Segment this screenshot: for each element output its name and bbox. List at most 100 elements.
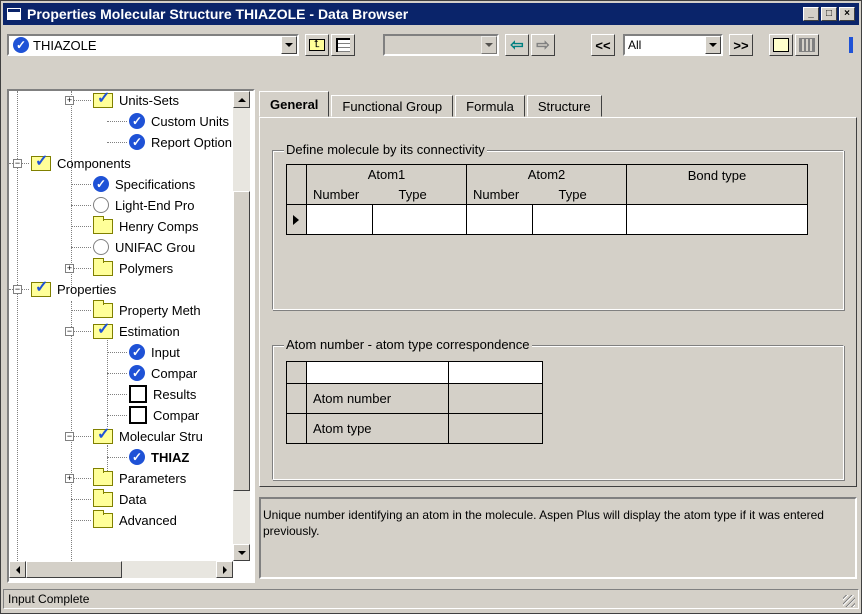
tree-node[interactable]: Data [93, 488, 146, 509]
bond-type-cell[interactable] [626, 204, 808, 235]
back-button[interactable]: ⇦ [505, 34, 529, 56]
expand-icon[interactable]: + [65, 264, 74, 273]
expand-icon[interactable]: + [65, 96, 74, 105]
atom2-number-cell[interactable] [466, 204, 533, 235]
atom1-type-cell[interactable] [372, 204, 467, 235]
chevron-down-icon[interactable] [705, 36, 721, 54]
chevron-down-icon [237, 550, 246, 555]
tree-node[interactable]: Henry Comps [93, 215, 199, 236]
check-icon: ✓ [129, 344, 145, 360]
tree-contents: Units-Sets + ✓ Custom Units ✓ Report Option Co… [9, 91, 233, 561]
circle-icon [93, 197, 109, 213]
forward-button[interactable]: ⇨ [531, 34, 555, 56]
tab-general[interactable]: General [259, 91, 330, 117]
correspondence-label-cell [306, 361, 449, 384]
collapse-icon[interactable]: − [65, 432, 74, 441]
resize-grip-icon[interactable] [843, 595, 855, 607]
atom-number-value[interactable] [448, 383, 543, 414]
tree-node[interactable]: UNIFAC Grou [93, 237, 195, 257]
collapse-icon[interactable]: − [13, 159, 22, 168]
maximize-button[interactable]: □ [821, 7, 837, 21]
tree-node[interactable]: Units-Sets [93, 91, 179, 110]
collapse-icon[interactable]: − [65, 327, 74, 336]
tab-formula[interactable]: Formula [455, 95, 525, 117]
tree-connector [71, 436, 91, 437]
tree-node[interactable]: Compar [129, 405, 199, 425]
tree-vertical-scrollbar[interactable] [233, 91, 250, 561]
tree-node-label: Report Option [151, 134, 232, 150]
atom-type-value[interactable] [448, 413, 543, 444]
previous-button[interactable]: << [591, 34, 615, 56]
correspondence-value-cell[interactable] [448, 361, 543, 384]
chevron-down-icon[interactable] [481, 36, 497, 54]
square-icon [129, 385, 147, 403]
tree-node-label: Specifications [115, 176, 196, 192]
data-browser-tree[interactable]: Units-Sets + ✓ Custom Units ✓ Report Option Co… [7, 89, 255, 583]
tree-node[interactable]: Components [31, 151, 131, 173]
scroll-down-button[interactable] [233, 544, 250, 561]
tree-node[interactable]: Parameters [93, 467, 186, 488]
row-header[interactable] [286, 413, 307, 444]
tree-node[interactable]: ✓ Input [129, 342, 180, 362]
tree-node[interactable]: Estimation [93, 319, 180, 341]
tree-horizontal-scrollbar[interactable] [9, 561, 233, 578]
hscroll-thumb[interactable] [26, 561, 122, 578]
notes-button[interactable] [769, 34, 793, 56]
navigation-combobox[interactable] [383, 34, 499, 56]
tab-functional-group[interactable]: Functional Group [331, 95, 454, 117]
square-icon [129, 406, 147, 424]
chevron-down-icon[interactable] [281, 36, 297, 54]
object-combobox[interactable]: ✓ THIAZOLE [7, 34, 299, 56]
tree-node[interactable]: Property Meth [93, 299, 201, 320]
close-button[interactable]: × [839, 7, 855, 21]
atom1-number-cell[interactable] [306, 204, 373, 235]
tree-node[interactable]: Molecular Stru [93, 424, 203, 446]
expand-icon[interactable]: + [65, 474, 74, 483]
tree-node[interactable]: ✓ Specifications [93, 174, 195, 194]
tree-node-label: THIAZ [151, 449, 190, 465]
folder-up-icon: ⮤ [309, 39, 325, 51]
tree-connector [71, 478, 91, 479]
tree-node[interactable]: Light-End Pro [93, 195, 195, 215]
filter-combobox[interactable]: All [623, 34, 723, 56]
tree-connector [107, 337, 108, 427]
tree-view-toggle-button[interactable] [331, 34, 355, 56]
tree-connector [107, 121, 127, 122]
tree-node[interactable]: ✓ Compar [129, 363, 197, 383]
tree-connector [107, 373, 127, 374]
tree-node[interactable]: ✓ THIAZ [129, 447, 189, 467]
minimize-button[interactable]: _ [803, 7, 819, 21]
tree-node-label: Units-Sets [119, 92, 179, 108]
next-button[interactable]: >> [729, 34, 753, 56]
scroll-up-button[interactable] [233, 91, 250, 108]
correspondence-grid[interactable]: Atom number Atom type [286, 361, 543, 444]
folder-icon [93, 467, 113, 486]
collapse-icon[interactable]: − [13, 285, 22, 294]
window-icon [7, 8, 21, 20]
tree-node[interactable]: Polymers [93, 257, 173, 278]
atom1-type-header: Type [372, 184, 467, 205]
row-header[interactable] [286, 383, 307, 414]
folder-up-button[interactable]: ⮤ [305, 34, 329, 56]
tree-connector [71, 499, 91, 500]
row-pointer[interactable] [286, 204, 307, 235]
tree-node[interactable]: ✓ Report Option [129, 132, 232, 152]
tree-node[interactable]: Properties [31, 277, 116, 299]
status-button[interactable] [795, 34, 819, 56]
tree-node-label: Henry Comps [119, 218, 199, 234]
scroll-right-button[interactable] [216, 561, 233, 578]
status-icon [799, 38, 815, 52]
tree-node[interactable]: Advanced [93, 509, 177, 530]
tree-connector [107, 415, 127, 416]
scroll-thumb[interactable] [233, 191, 250, 491]
tab-structure[interactable]: Structure [526, 95, 602, 117]
scroll-left-button[interactable] [9, 561, 26, 578]
atom2-type-cell[interactable] [532, 204, 627, 235]
bond-type-header: Bond type [626, 164, 808, 205]
tree-node[interactable]: Results [129, 384, 196, 404]
folder-icon [93, 299, 113, 318]
connectivity-grid[interactable]: Atom1 Atom2 Bond type Number Type Number… [286, 164, 808, 235]
folder-check-icon [93, 424, 113, 444]
tree-node[interactable]: ✓ Custom Units [129, 111, 229, 131]
title-bar[interactable]: Properties Molecular Structure THIAZOLE … [3, 3, 859, 25]
